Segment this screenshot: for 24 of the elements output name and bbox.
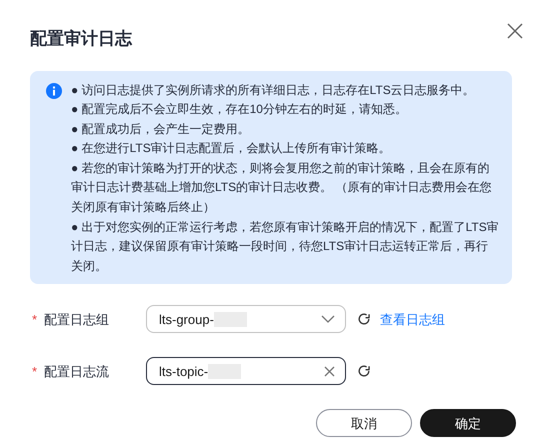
confirm-button[interactable]: 确定: [420, 409, 516, 438]
notice-item: ● 配置完成后不会立即生效，存在10分钟左右的时延，请知悉。: [71, 101, 408, 118]
cancel-button[interactable]: 取消: [316, 409, 412, 438]
clear-icon[interactable]: [324, 366, 335, 377]
refresh-icon[interactable]: [357, 364, 371, 378]
refresh-icon[interactable]: [357, 312, 371, 326]
field-value: lts-topic-: [159, 362, 208, 381]
notice-item: ● 出于对您实例的正常运行考虑，若您原有审计策略开启的情况下，配置了LTS审计日志，建议保留原有审计策略一段时间，待您LTS审计日志运转正常后，再行关闭。: [71, 218, 500, 275]
field-value: lts-group-: [159, 310, 214, 329]
log-group-select[interactable]: lts-group-: [146, 305, 346, 334]
notice-item: ● 在您进行LTS审计日志配置后，会默认上传所有审计策略。: [71, 140, 392, 158]
close-icon[interactable]: [506, 22, 524, 40]
notice-item: ● 若您的审计策略为打开的状态，则将会复用您之前的审计策略，且会在原有的审计日志计费基础上增加您LTS的审计日志收费。 （原有的审计日志费用会在您关闭原有审计策略后终止）: [71, 160, 492, 216]
info-icon: [46, 82, 62, 98]
view-log-group-link[interactable]: 查看日志组: [380, 310, 445, 330]
chevron-down-icon: [321, 315, 335, 324]
log-stream-field[interactable]: lts-topic-: [146, 357, 346, 386]
required-mark: *: [32, 362, 38, 381]
field-label: 配置日志组: [44, 310, 110, 329]
field-label: 配置日志流: [44, 362, 110, 381]
dialog-title: 配置审计日志: [30, 28, 132, 50]
notice-item: ● 访问日志提供了实例所请求的所有详细日志，日志存在LTS云日志服务中。: [71, 82, 476, 98]
notice-item: ● 配置成功后，会产生一定费用。: [71, 120, 251, 138]
required-mark: *: [32, 310, 38, 329]
